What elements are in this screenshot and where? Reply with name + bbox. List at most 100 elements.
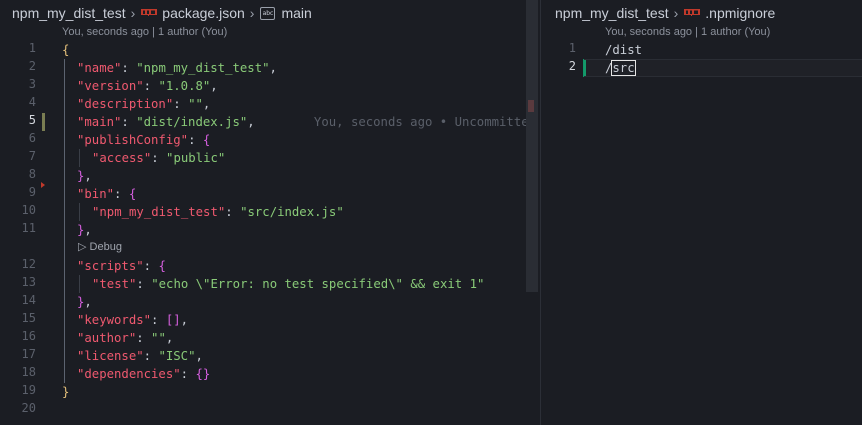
left-editor-pane[interactable]: npm_my_dist_test › package.json › abc ma… (0, 0, 540, 425)
line-number[interactable]: 3 (0, 77, 36, 91)
code-line[interactable]: }, (77, 293, 92, 311)
json-key: "test" (92, 277, 137, 291)
breadcrumb-folder[interactable]: npm_my_dist_test (12, 5, 126, 21)
string-symbol-icon: abc (260, 6, 276, 20)
line-number[interactable]: 17 (0, 347, 36, 361)
json-value: "dist/index.js" (136, 115, 248, 129)
breakpoint-marker-icon[interactable] (41, 182, 45, 188)
json-key: "description" (77, 97, 174, 111)
code-line[interactable]: }, (77, 221, 92, 239)
json-key: "name" (77, 61, 122, 75)
breadcrumb-chevron-icon: › (130, 5, 136, 21)
line-number[interactable]: 18 (0, 365, 36, 379)
json-key: "access" (92, 151, 152, 165)
breadcrumb-file[interactable]: package.json (162, 5, 245, 21)
line-number[interactable]: 14 (0, 293, 36, 307)
json-key: "license" (77, 349, 144, 363)
line-number[interactable]: 6 (0, 131, 36, 145)
code-line[interactable]: "author": "", (77, 329, 173, 347)
line-number[interactable]: 13 (0, 275, 36, 289)
json-value: "" (151, 331, 166, 345)
code-line[interactable]: "npm_my_dist_test": "src/index.js" (92, 203, 344, 221)
json-comma: , (247, 115, 255, 129)
json-key: "main" (77, 115, 122, 129)
code-line[interactable]: "main": "dist/index.js", You, seconds ag… (77, 113, 540, 131)
line-number[interactable]: 1 (541, 41, 576, 55)
code-line[interactable]: } (62, 383, 69, 401)
line-number[interactable]: 1 (0, 41, 36, 55)
open-brace: { (158, 259, 166, 273)
line-number[interactable]: 7 (0, 149, 36, 163)
code-line[interactable]: "keywords": [], (77, 311, 188, 329)
json-value: "npm_my_dist_test" (136, 61, 270, 75)
json-value: [] (165, 313, 181, 327)
json-comma: , (165, 331, 174, 345)
json-key: "publishConfig" (77, 133, 189, 147)
json-comma: , (202, 97, 211, 111)
line-number[interactable]: 11 (0, 221, 36, 235)
right-editor-pane[interactable]: npm_my_dist_test › .npmignore You, secon… (541, 0, 862, 425)
selected-text: src (611, 60, 636, 76)
line-number[interactable]: 2 (0, 59, 36, 73)
json-comma: , (180, 313, 189, 327)
codelens-blame[interactable]: You, seconds ago | 1 author (You) (62, 26, 227, 38)
modified-line-gutter-marker (42, 113, 45, 131)
inline-blame: You, seconds ago • Uncommitted cha (254, 115, 540, 129)
json-key: "scripts" (77, 259, 144, 273)
line-number[interactable]: 5 (0, 113, 36, 127)
line-number[interactable]: 8 (0, 167, 36, 181)
json-key: "npm_my_dist_test" (92, 205, 226, 219)
json-value: "ISC" (158, 349, 196, 363)
code-line[interactable]: { (62, 41, 69, 59)
line-number[interactable]: 9 (0, 185, 36, 199)
code-line[interactable]: "description": "", (77, 95, 210, 113)
debug-codelens[interactable]: ▷ Debug (78, 240, 122, 253)
code-line[interactable]: "access": "public" (92, 149, 225, 167)
json-comma: , (84, 169, 92, 183)
line-number[interactable]: 19 (0, 383, 36, 397)
indent-guide (79, 275, 80, 293)
json-colon: : (143, 349, 159, 363)
code-line[interactable]: "dependencies": {} (77, 365, 210, 383)
json-colon: : (136, 277, 152, 291)
json-value: {} (195, 367, 211, 381)
code-line[interactable]: "name": "npm_my_dist_test", (77, 59, 277, 77)
breadcrumb-chevron-icon: › (673, 5, 679, 21)
json-colon: : (151, 151, 167, 165)
code-text: /dist (605, 43, 643, 57)
breadcrumb-folder[interactable]: npm_my_dist_test (555, 5, 669, 21)
code-line[interactable]: "test": "echo \"Error: no test specified… (92, 275, 484, 293)
vertical-scrollbar[interactable] (526, 0, 538, 292)
left-breadcrumb: npm_my_dist_test › package.json › abc ma… (12, 4, 312, 22)
json-colon: : (151, 313, 166, 327)
code-line[interactable]: /dist (605, 41, 642, 59)
scrollbar-change-marker (528, 100, 534, 112)
breadcrumb-symbol[interactable]: main (281, 5, 311, 21)
codelens-blame[interactable]: You, seconds ago | 1 author (You) (605, 26, 770, 38)
json-colon: : (121, 61, 137, 75)
open-brace: { (202, 133, 211, 147)
code-line[interactable]: }, (77, 167, 92, 185)
code-line[interactable]: "license": "ISC", (77, 347, 203, 365)
json-value: "echo \"Error: no test specified\" && ex… (151, 277, 485, 291)
code-line[interactable]: /src (605, 59, 636, 77)
json-colon: : (173, 97, 189, 111)
breadcrumb-file[interactable]: .npmignore (705, 5, 775, 21)
json-colon: : (225, 205, 241, 219)
line-number[interactable]: 12 (0, 257, 36, 271)
code-line[interactable]: "publishConfig": { (77, 131, 210, 149)
line-number[interactable]: 2 (541, 59, 576, 73)
line-number[interactable]: 16 (0, 329, 36, 343)
json-key: "version" (77, 79, 144, 93)
json-comma: , (84, 295, 92, 309)
line-number[interactable]: 20 (0, 401, 36, 415)
code-line[interactable]: "version": "1.0.8", (77, 77, 218, 95)
code-line[interactable]: "scripts": { (77, 257, 166, 275)
indent-guide (64, 59, 65, 383)
code-line[interactable]: "bin": { (77, 185, 136, 203)
line-number[interactable]: 4 (0, 95, 36, 109)
json-colon: : (188, 133, 203, 147)
indent-guide (79, 149, 80, 167)
line-number[interactable]: 15 (0, 311, 36, 325)
line-number[interactable]: 10 (0, 203, 36, 217)
